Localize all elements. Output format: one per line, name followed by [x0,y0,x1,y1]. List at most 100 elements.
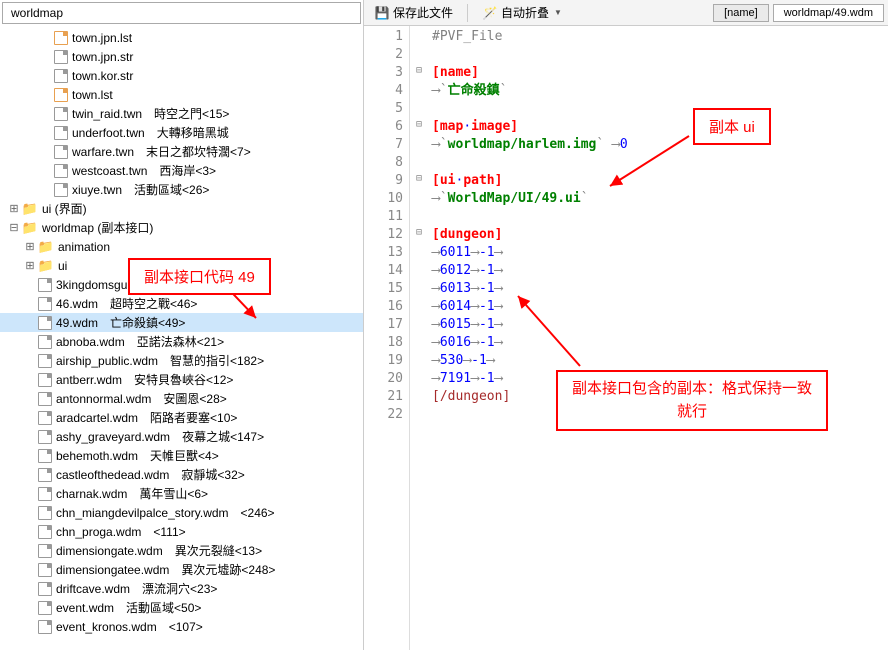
file-icon [54,107,68,121]
code-line[interactable]: ⟶6014⟶-1⟶ [432,298,884,316]
code-line[interactable]: #PVF_File [432,28,884,46]
tree-row[interactable]: 49.wdm亡命殺鎮<49> [0,313,363,332]
tree-row[interactable]: chn_proga.wdm<111> [0,522,363,541]
tree-row[interactable]: town.jpn.lst [0,28,363,47]
line-number: 7 [366,136,403,154]
tree-label: event_kronos.wdm<107> [56,620,203,634]
tree-row[interactable]: town.jpn.str [0,47,363,66]
code-line[interactable]: ⟶7191⟶-1⟶ [432,370,884,388]
fold-empty [410,44,428,62]
tree-row[interactable]: behemoth.wdm天帷巨獸<4> [0,446,363,465]
tab-file[interactable]: worldmap/49.wdm [773,4,884,22]
code-line[interactable]: ⟶6012⟶-1⟶ [432,262,884,280]
tree-row[interactable]: charnak.wdm萬年雪山<6> [0,484,363,503]
code-line[interactable]: ⟶`worldmap/harlem.img` ⟶0 [432,136,884,154]
tree-label: town.lst [72,88,113,102]
tree-header[interactable]: worldmap [2,2,361,24]
tree-row[interactable]: aradcartel.wdm陌路者要塞<10> [0,408,363,427]
tree-row[interactable]: xiuye.twn活動區域<26> [0,180,363,199]
tree-row[interactable]: ui (界面) [0,199,363,218]
tree-label: ashy_graveyard.wdm夜幕之城<147> [56,428,264,445]
code-line[interactable]: ⟶`WorldMap/UI/49.ui` [432,190,884,208]
fold-toggle-icon[interactable]: ⊟ [410,224,428,242]
fold-toggle-icon[interactable]: ⊟ [410,170,428,188]
fold-empty [410,98,428,116]
tree-row[interactable]: ui [0,256,363,275]
code-line[interactable]: ⟶6013⟶-1⟶ [432,280,884,298]
line-number: 16 [366,298,403,316]
code-line[interactable]: [ui·path] [432,172,884,190]
code-line[interactable] [432,154,884,172]
tree-row[interactable]: dimensiongatee.wdm異次元墟跡<248> [0,560,363,579]
fold-empty [410,332,428,350]
line-number: 17 [366,316,403,334]
file-icon [38,506,52,520]
code-line[interactable]: ⟶6011⟶-1⟶ [432,244,884,262]
tree-row[interactable]: chn_miangdevilpalce_story.wdm<246> [0,503,363,522]
code-line[interactable]: [name] [432,64,884,82]
line-number: 13 [366,244,403,262]
expand-icon[interactable] [8,203,20,215]
tree-row[interactable]: worldmap (副本接口) [0,218,363,237]
tree-row[interactable]: event.wdm活動區域<50> [0,598,363,617]
code-line[interactable]: [map·image] [432,118,884,136]
tree-label: worldmap (副本接口) [42,219,153,236]
tree-row[interactable]: abnoba.wdm亞諾法森林<21> [0,332,363,351]
line-number: 5 [366,100,403,118]
line-number: 18 [366,334,403,352]
tree-row[interactable]: antonnormal.wdm安圖恩<28> [0,389,363,408]
tree-row[interactable]: ashy_graveyard.wdm夜幕之城<147> [0,427,363,446]
code-line[interactable]: [dungeon] [432,226,884,244]
line-number: 6 [366,118,403,136]
code-line[interactable] [432,208,884,226]
tree-label: 46.wdm超時空之戰<46> [56,295,197,312]
fold-toggle-icon[interactable]: ⊟ [410,62,428,80]
expand-icon[interactable] [24,241,36,253]
tree-label: 3kingdomsguild.wdm<109> [56,278,214,292]
fold-toggle-icon[interactable]: ⊟ [410,116,428,134]
autowrap-button[interactable]: 自动折叠 ▼ [476,2,568,23]
tree-row[interactable]: castleofthedead.wdm寂靜城<32> [0,465,363,484]
tree-row[interactable]: town.kor.str [0,66,363,85]
tree-row[interactable]: town.lst [0,85,363,104]
fold-empty [410,26,428,44]
expand-icon[interactable] [24,260,36,272]
file-icon [54,31,68,45]
file-icon [38,544,52,558]
file-icon [38,563,52,577]
tree-row[interactable]: airship_public.wdm智慧的指引<182> [0,351,363,370]
collapse-icon[interactable] [8,222,20,234]
save-button[interactable]: 保存此文件 [368,2,459,23]
fold-empty [410,134,428,152]
tree-label: xiuye.twn活動區域<26> [72,181,209,198]
tree-row[interactable]: underfoot.twn大轉移暗黑城 [0,123,363,142]
tree-row[interactable]: event_kronos.wdm<107> [0,617,363,636]
tree-row[interactable]: antberr.wdm安特貝魯峽谷<12> [0,370,363,389]
tree-row[interactable]: twin_raid.twn時空之門<15> [0,104,363,123]
file-tree[interactable]: town.jpn.lsttown.jpn.strtown.kor.str town… [0,26,363,650]
fold-empty [410,296,428,314]
code-line[interactable] [432,406,884,424]
fold-gutter[interactable]: ⊟ ⊟ ⊟ ⊟ [410,26,428,650]
code-line[interactable] [432,46,884,64]
tree-row[interactable]: driftcave.wdm漂流洞穴<23> [0,579,363,598]
line-number: 12 [366,226,403,244]
tab-name[interactable]: [name] [713,4,769,22]
code-line[interactable]: [/dungeon] [432,388,884,406]
tree-row[interactable]: dimensiongate.wdm異次元裂縫<13> [0,541,363,560]
fold-empty [410,152,428,170]
code-line[interactable]: ⟶6015⟶-1⟶ [432,316,884,334]
tree-row[interactable]: animation [0,237,363,256]
tree-row[interactable]: 46.wdm超時空之戰<46> [0,294,363,313]
code-line[interactable]: ⟶`亡命殺鎮` [432,82,884,100]
tree-row[interactable]: warfare.twn末日之都坎特濶<7> [0,142,363,161]
tree-label: antberr.wdm安特貝魯峽谷<12> [56,371,233,388]
code-line[interactable]: ⟶6016⟶-1⟶ [432,334,884,352]
code-editor[interactable]: 12345678910111213141516171819202122 ⊟⊟⊟⊟… [364,26,888,650]
code-area[interactable]: #PVF_File [name]⟶`亡命殺鎮` [map·image]⟶`world… [428,26,888,650]
tree-row[interactable]: 3kingdomsguild.wdm<109> [0,275,363,294]
code-line[interactable] [432,100,884,118]
code-line[interactable]: ⟶530⟶-1⟶ [432,352,884,370]
line-number: 4 [366,82,403,100]
tree-row[interactable]: westcoast.twn西海岸<3> [0,161,363,180]
